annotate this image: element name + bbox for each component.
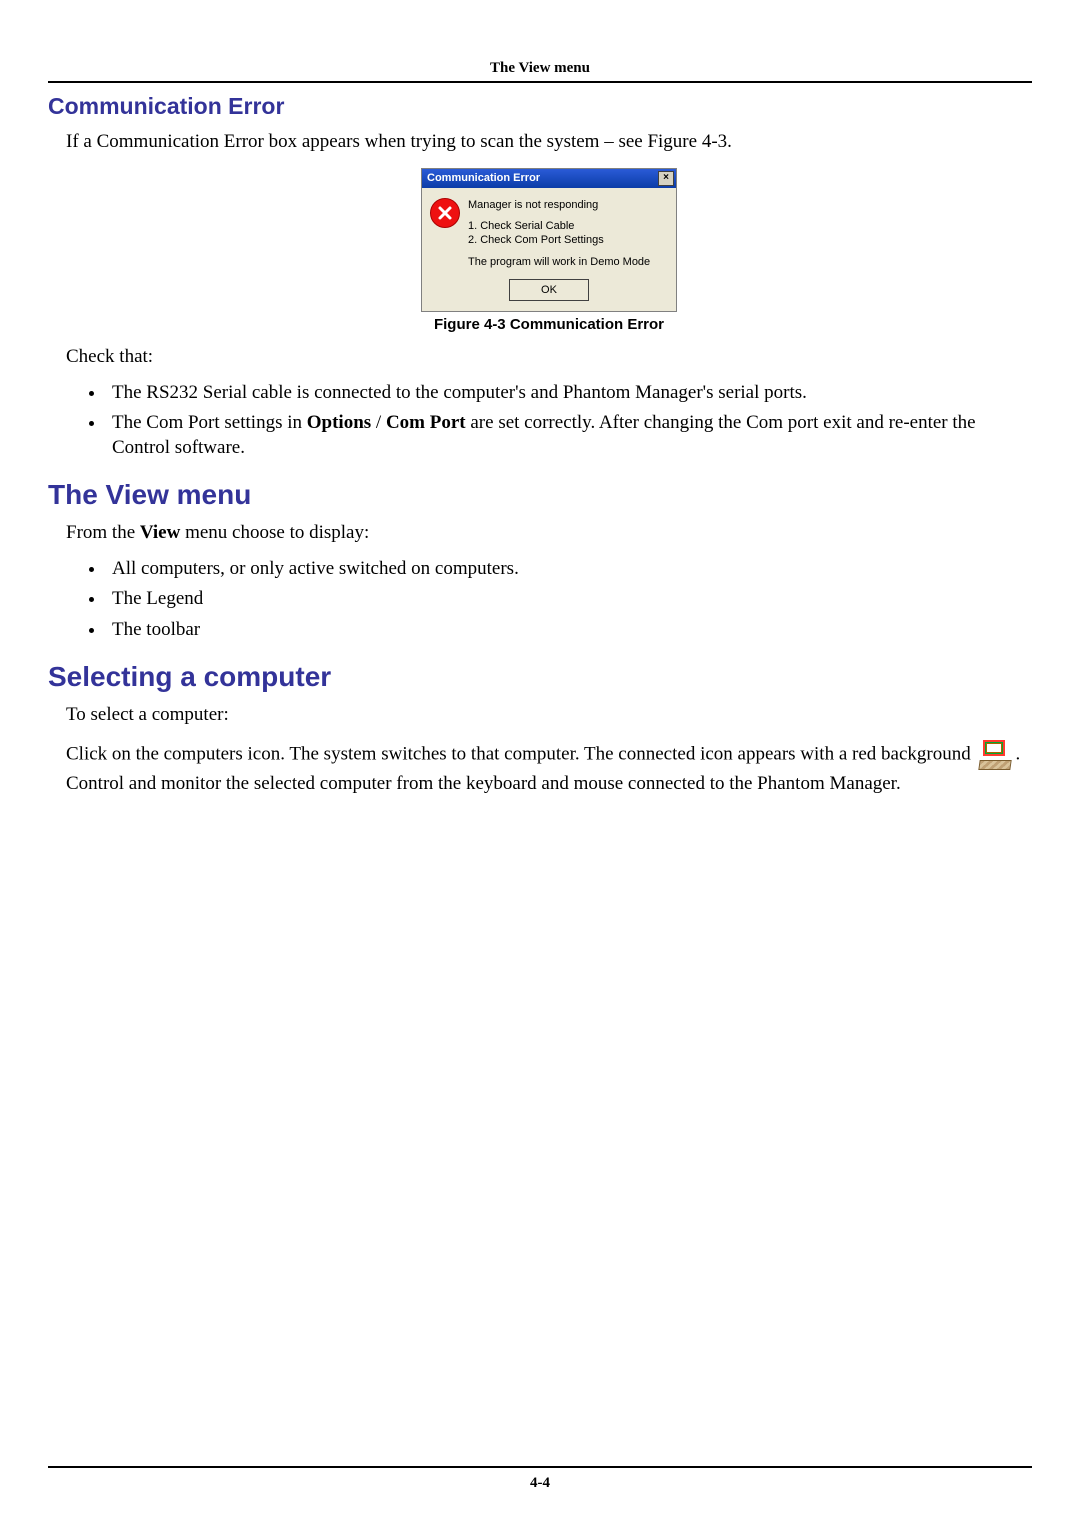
section1-intro: If a Communication Error box appears whe… [66, 130, 1032, 154]
figure-caption: Figure 4-3 Communication Error [66, 316, 1032, 333]
section2-intro: From the View menu choose to display: [66, 521, 1032, 545]
text: The Com Port settings in [112, 412, 307, 433]
running-header: The View menu [48, 60, 1032, 77]
dialog-titlebar: Communication Error × [422, 169, 676, 188]
text-bold: View [140, 522, 180, 543]
list-item: The Com Port settings in Options / Com P… [106, 411, 1032, 460]
heading-view-menu: The View menu [48, 479, 1032, 511]
text: Click on the computers icon. The system … [66, 744, 975, 765]
section1-bullets: The RS232 Serial cable is connected to t… [106, 381, 1032, 461]
dialog-body: Manager is not responding 1. Check Seria… [422, 188, 676, 279]
page-number: 4-4 [0, 1475, 1080, 1492]
list-item: The toolbar [106, 618, 1032, 643]
header-rule [48, 81, 1032, 83]
computer-icon [977, 738, 1013, 772]
section1-body: If a Communication Error box appears whe… [66, 130, 1032, 461]
footer-rule [48, 1466, 1032, 1468]
ok-button[interactable]: OK [509, 279, 589, 301]
dialog-msg-line1: Manager is not responding [468, 198, 650, 212]
text: menu choose to display: [180, 522, 369, 543]
text: From the [66, 522, 140, 543]
check-that: Check that: [66, 345, 1032, 369]
figure-wrap: Communication Error × Manager is not res… [66, 168, 1032, 312]
section3-p1: To select a computer: [66, 703, 1032, 727]
heading-selecting-computer: Selecting a computer [48, 661, 1032, 693]
section2-bullets: All computers, or only active switched o… [106, 557, 1032, 643]
text-bold: Options [307, 412, 371, 433]
text: / [371, 412, 386, 433]
dialog-button-row: OK [422, 279, 676, 311]
dialog-msg-line2a: 1. Check Serial Cable [468, 219, 650, 233]
text-bold: Com Port [386, 412, 466, 433]
section3-p2: Click on the computers icon. The system … [66, 738, 1032, 796]
list-item: The RS232 Serial cable is connected to t… [106, 381, 1032, 406]
list-item: All computers, or only active switched o… [106, 557, 1032, 582]
list-item: The Legend [106, 587, 1032, 612]
close-icon[interactable]: × [658, 171, 674, 186]
dialog-msg-line3: The program will work in Demo Mode [468, 255, 650, 269]
error-dialog: Communication Error × Manager is not res… [421, 168, 677, 312]
heading-communication-error: Communication Error [48, 93, 1032, 120]
dialog-message: Manager is not responding 1. Check Seria… [468, 198, 650, 269]
error-icon [430, 198, 460, 228]
dialog-title: Communication Error [427, 172, 540, 184]
section3-body: To select a computer: Click on the compu… [66, 703, 1032, 797]
section2-body: From the View menu choose to display: Al… [66, 521, 1032, 643]
dialog-msg-line2b: 2. Check Com Port Settings [468, 233, 650, 247]
page: The View menu Communication Error If a C… [0, 0, 1080, 1528]
